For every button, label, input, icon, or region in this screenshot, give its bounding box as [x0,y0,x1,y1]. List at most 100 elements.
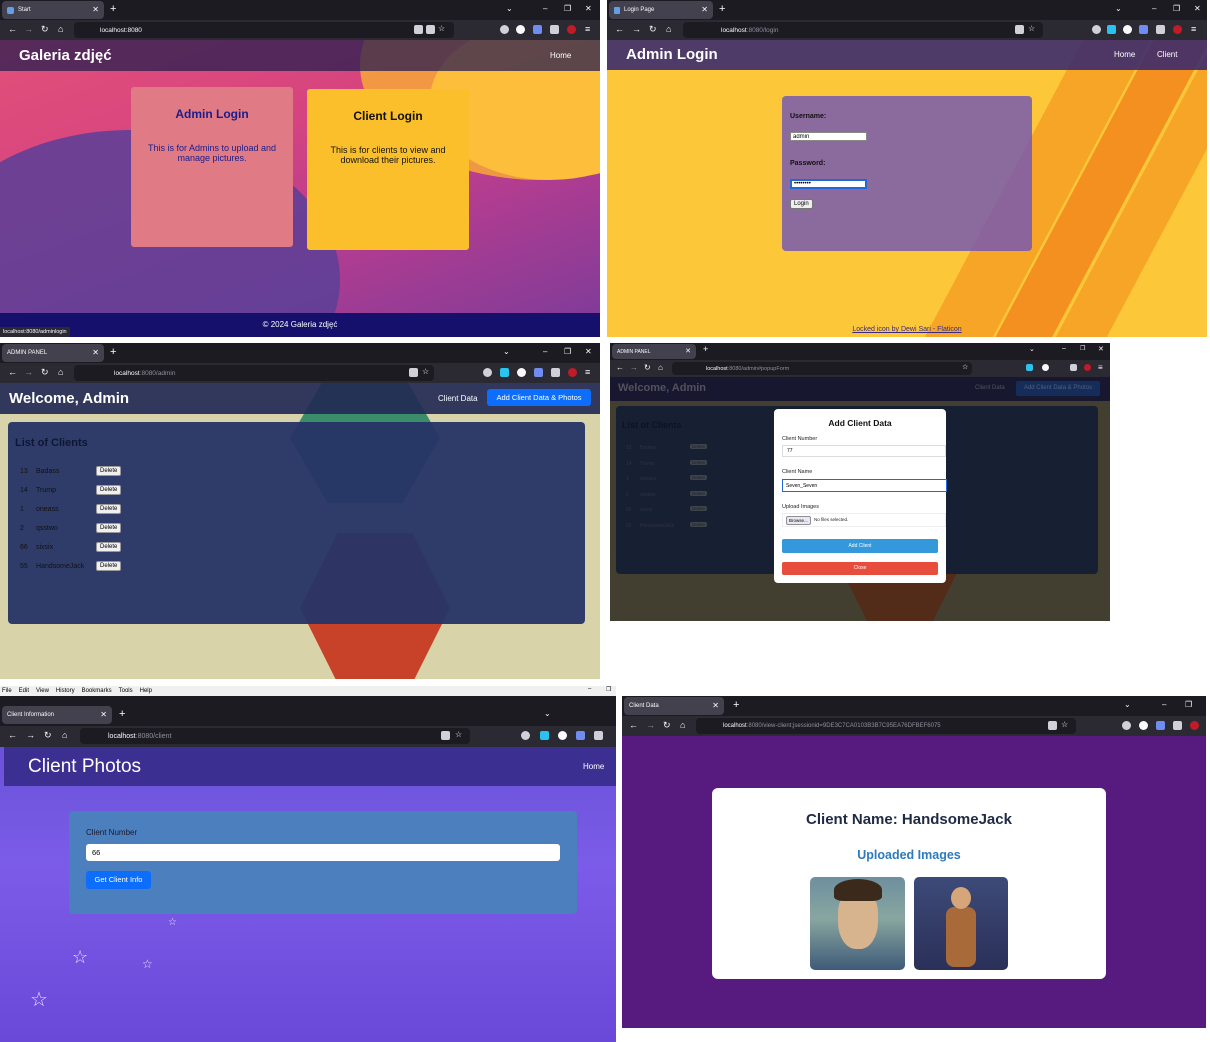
menu-icon[interactable]: ≡ [585,367,590,377]
restore-icon[interactable]: – [588,686,591,692]
bookmark-star-icon[interactable]: ☆ [438,24,445,33]
reload-icon[interactable]: ↻ [663,720,671,731]
close-tab-icon[interactable]: ✕ [92,348,99,357]
footer-credit[interactable]: Locked icon by Dewi Sari - Flaticon [607,326,1207,333]
nav-client-data-link[interactable]: Client Data [438,394,478,403]
client-number-input[interactable] [86,844,560,861]
delete-button[interactable]: Delete [96,485,122,495]
translate-ext-icon[interactable] [533,25,542,34]
delete-button[interactable]: Delete [96,466,122,476]
close-window-icon[interactable]: ✕ [1098,345,1104,353]
new-tab-icon[interactable]: + [703,344,708,354]
translate-ext-icon[interactable] [1156,721,1165,730]
reader-icon[interactable] [426,25,435,34]
extensions-icon[interactable] [550,25,559,34]
new-tab-icon[interactable]: + [119,708,125,720]
pocket-icon[interactable] [521,731,530,740]
tab-client-data[interactable]: Client Data ✕ [624,697,724,715]
username-input[interactable] [790,132,867,141]
home-icon[interactable]: ⌂ [58,24,63,34]
url-bar[interactable]: localhost:8080 [74,22,454,38]
forward-icon[interactable]: → [24,367,33,377]
chevron-down-icon[interactable]: ⌄ [1029,345,1035,353]
new-tab-icon[interactable]: + [110,346,116,358]
translate-icon[interactable] [409,368,418,377]
client-number-input[interactable] [782,445,946,457]
chevron-down-icon[interactable]: ⌄ [503,347,510,356]
menu-item[interactable]: Help [140,686,152,696]
chevron-down-icon[interactable]: ⌄ [544,709,551,718]
back-icon[interactable]: ← [8,24,17,34]
home-icon[interactable]: ⌂ [658,363,663,372]
translate-icon[interactable] [441,731,450,740]
back-icon[interactable]: ← [629,720,638,730]
minimize-icon[interactable]: – [1062,345,1066,352]
downloads-icon[interactable] [500,368,509,377]
translate-icon[interactable] [1048,721,1057,730]
delete-button[interactable]: Delete [96,523,122,533]
menu-icon[interactable]: ≡ [585,24,590,34]
new-tab-icon[interactable]: + [110,3,116,15]
ublock-icon[interactable] [1084,364,1091,371]
forward-icon[interactable]: → [24,24,33,34]
forward-icon[interactable]: → [646,720,655,730]
reload-icon[interactable]: ↻ [41,367,49,378]
menu-item[interactable]: Tools [119,686,133,696]
tab-login[interactable]: Login Page ✕ [609,1,713,19]
restore-icon[interactable]: ❐ [1080,345,1085,352]
reload-icon[interactable]: ↻ [649,24,657,35]
extensions-icon[interactable] [594,731,603,740]
nav-client-link[interactable]: Client [1157,50,1177,59]
url-bar[interactable]: localhost:8080/admin#popupForm [672,362,972,375]
reload-icon[interactable]: ↻ [44,730,52,741]
admin-login-card[interactable]: Admin Login This is for Admins to upload… [131,87,293,247]
new-tab-icon[interactable]: + [733,699,739,711]
nav-home-link[interactable]: Home [583,762,604,771]
get-client-info-button[interactable]: Get Client Info [86,871,151,889]
forward-icon[interactable]: → [632,24,641,34]
downloads-icon[interactable] [540,731,549,740]
close-tab-icon[interactable]: ✕ [685,347,691,355]
back-icon[interactable]: ← [8,367,17,377]
reload-icon[interactable]: ↻ [644,363,651,372]
home-icon[interactable]: ⌂ [58,367,63,377]
account-icon[interactable] [516,25,525,34]
nav-home-link[interactable]: Home [550,51,571,60]
bookmark-star-icon[interactable]: ☆ [422,367,429,376]
translate-icon[interactable] [1015,25,1024,34]
close-tab-icon[interactable]: ✕ [712,701,719,710]
client-image-1[interactable] [810,877,905,970]
bookmark-star-icon[interactable]: ☆ [1028,24,1035,33]
tab-admin[interactable]: ADMIN PANEL ✕ [2,344,104,362]
ublock-icon[interactable] [1173,25,1182,34]
account-icon[interactable] [1042,364,1049,371]
add-client-button[interactable]: Add Client Data & Photos [487,389,591,406]
close-window-icon[interactable]: ✕ [1194,4,1201,13]
close-tab-icon[interactable]: ✕ [100,710,107,719]
extensions-icon[interactable] [551,368,560,377]
bookmark-star-icon[interactable]: ☆ [455,730,462,739]
url-bar[interactable]: localhost:8080/view-client;jsessionid=9D… [696,718,1076,734]
ublock-icon[interactable] [567,25,576,34]
back-icon[interactable]: ← [615,24,624,34]
close-tab-icon[interactable]: ✕ [701,5,708,14]
delete-button[interactable]: Delete [96,504,122,514]
delete-button[interactable]: Delete [96,542,122,552]
tab-client-info[interactable]: Client Information ✕ [2,706,112,724]
account-icon[interactable] [1139,721,1148,730]
home-icon[interactable]: ⌂ [62,730,67,740]
menu-icon[interactable]: ≡ [1098,363,1103,372]
chevron-down-icon[interactable]: ⌄ [1124,700,1131,709]
restore-icon[interactable]: ❐ [564,347,571,356]
minimize-icon[interactable]: – [1162,700,1166,709]
ublock-icon[interactable] [568,368,577,377]
close-window-icon[interactable]: ✕ [585,347,592,356]
downloads-icon[interactable] [1107,25,1116,34]
ublock-icon[interactable] [1190,721,1199,730]
client-image-2[interactable] [914,877,1008,970]
account-icon[interactable] [558,731,567,740]
pocket-icon[interactable] [500,25,509,34]
chevron-down-icon[interactable]: ⌄ [1115,4,1122,13]
translate-ext-icon[interactable] [1139,25,1148,34]
minimize-icon[interactable]: – [543,4,547,13]
